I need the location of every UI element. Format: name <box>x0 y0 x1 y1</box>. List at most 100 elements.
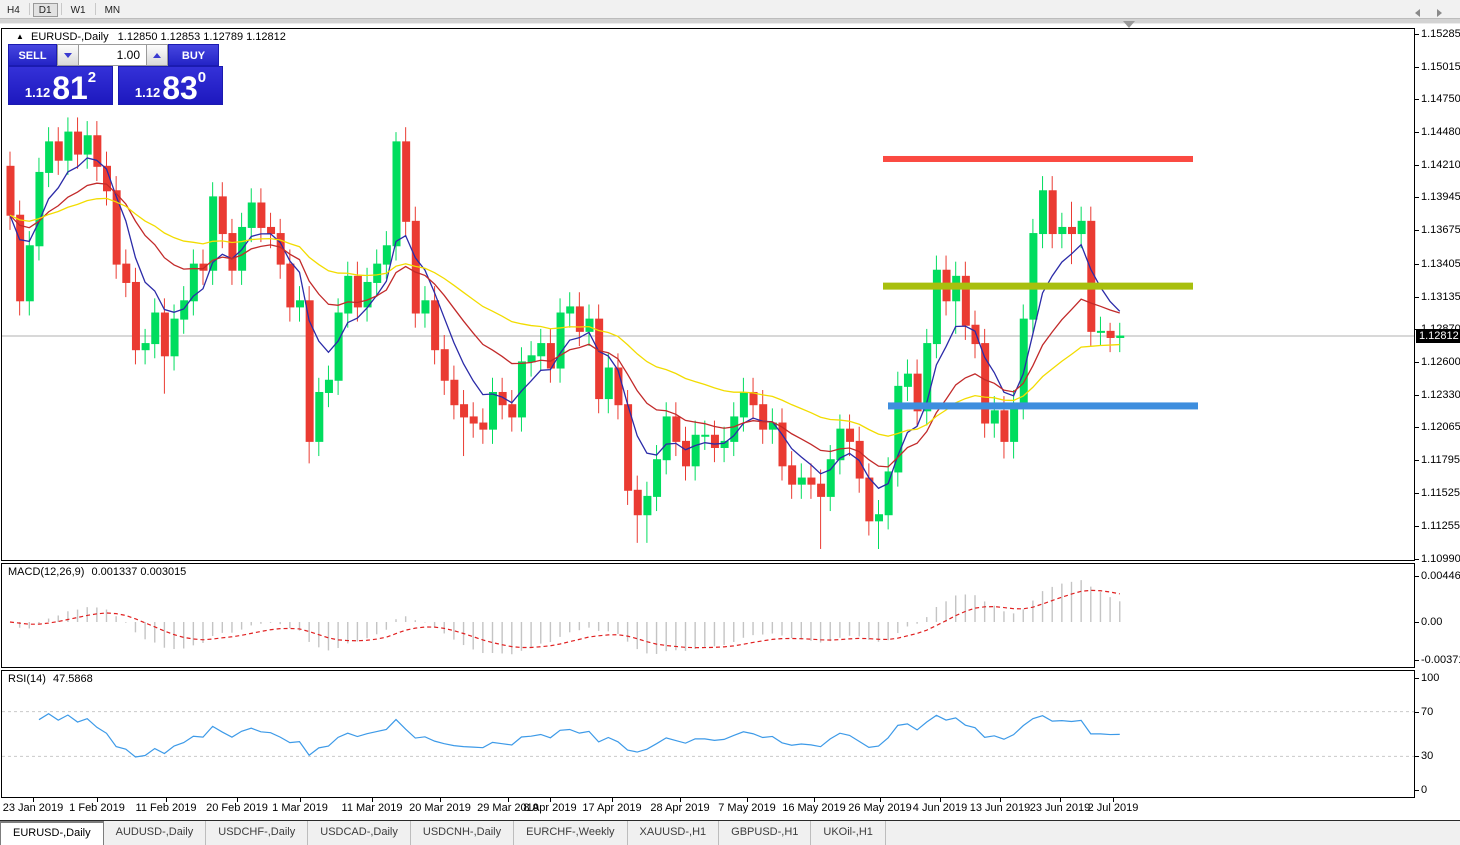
date-tick-label: 26 May 2019 <box>848 802 912 814</box>
chart-shift-marker-icon[interactable] <box>1123 21 1135 28</box>
rsi-tick <box>1415 790 1419 791</box>
rsi-tick-label: 0 <box>1421 784 1427 796</box>
date-tick-label: 11 Mar 2019 <box>342 802 403 814</box>
macd-values: 0.001337 0.003015 <box>91 566 186 578</box>
price-tick-label: 1.11795 <box>1421 454 1460 466</box>
buy-button[interactable]: BUY <box>168 44 219 66</box>
price-tick-label: 1.15015 <box>1421 61 1460 73</box>
date-tick-label: 8 Apr 2019 <box>523 802 576 814</box>
macd-tick-label: 0.004465 <box>1421 570 1460 582</box>
sell-price-display[interactable]: 1.12 81 2 <box>8 66 113 105</box>
rsi-panel[interactable] <box>1 670 1415 798</box>
trading-terminal-window: H4 D1 W1 MN ▲ EURUSD-,Daily 1.12850 1.12853… <box>0 0 1460 845</box>
chart-tab-usdchf-daily[interactable]: USDCHF-,Daily <box>206 821 308 845</box>
rsi-tick-label: 100 <box>1421 672 1439 684</box>
rsi-tick-label: 30 <box>1421 750 1433 762</box>
sell-price-prefix: 1.12 <box>25 85 50 100</box>
collapse-triangle-icon[interactable]: ▲ <box>16 32 24 41</box>
chart-symbol-label: EURUSD-,Daily <box>31 31 109 43</box>
chart-tab-gbpusd-h1[interactable]: GBPUSD-,H1 <box>719 821 811 845</box>
date-tick-label: 7 May 2019 <box>718 802 775 814</box>
macd-name: MACD(12,26,9) <box>8 566 84 578</box>
macd-tick <box>1415 622 1419 623</box>
toolbar-separator <box>95 3 96 15</box>
price-tick <box>1415 362 1419 363</box>
price-tick-label: 1.12065 <box>1421 421 1460 433</box>
timeframe-button-w1[interactable]: W1 <box>65 3 92 17</box>
price-tick <box>1415 493 1419 494</box>
volume-input[interactable] <box>79 44 146 66</box>
buy-price-pip: 0 <box>198 69 206 86</box>
sell-button[interactable]: SELL <box>8 44 57 66</box>
price-tick <box>1415 132 1419 133</box>
price-tick <box>1415 67 1419 68</box>
buy-price-main: 83 <box>162 75 198 102</box>
price-tick <box>1415 427 1419 428</box>
timeframe-button-d1[interactable]: D1 <box>33 3 58 17</box>
tab-scroll-right-icon[interactable] <box>1437 9 1442 17</box>
sell-price-main: 81 <box>52 75 88 102</box>
one-click-trading-panel: SELL BUY 1.12 81 2 1.12 83 0 <box>8 44 223 105</box>
buy-price-prefix: 1.12 <box>135 85 160 100</box>
chart-tab-ukoil-h1[interactable]: UKOil-,H1 <box>811 821 886 845</box>
date-tick-label: 20 Feb 2019 <box>206 802 268 814</box>
volume-decrease-button[interactable] <box>57 44 79 66</box>
price-tick-label: 1.11255 <box>1421 520 1460 532</box>
chart-tab-xauusd-h1[interactable]: XAUUSD-,H1 <box>628 821 720 845</box>
rsi-label: RSI(14) 47.5868 <box>8 673 93 685</box>
date-tick-label: 23 Jan 2019 <box>3 802 64 814</box>
buy-price-display[interactable]: 1.12 83 0 <box>118 66 223 105</box>
price-tick-label: 1.13135 <box>1421 291 1460 303</box>
rsi-tick <box>1415 756 1419 757</box>
date-tick-label: 17 Apr 2019 <box>582 802 641 814</box>
price-tick <box>1415 165 1419 166</box>
macd-tick <box>1415 576 1419 577</box>
price-tick <box>1415 264 1419 265</box>
current-price-tag: 1.12812 <box>1416 329 1460 343</box>
price-tick <box>1415 559 1419 560</box>
macd-tick <box>1415 660 1419 661</box>
macd-label: MACD(12,26,9) 0.001337 0.003015 <box>8 566 186 578</box>
date-tick-label: 16 May 2019 <box>782 802 846 814</box>
price-tick <box>1415 99 1419 100</box>
date-axis: 23 Jan 20191 Feb 201911 Feb 201920 Feb 2… <box>0 798 1460 820</box>
sell-price-pip: 2 <box>88 69 96 86</box>
date-tick-label: 13 Jun 2019 <box>970 802 1031 814</box>
chart-tab-usdcnh-daily[interactable]: USDCNH-,Daily <box>411 821 514 845</box>
date-tick-label: 23 Jun 2019 <box>1030 802 1091 814</box>
price-tick-label: 1.12330 <box>1421 389 1460 401</box>
chart-ohlc-values: 1.12850 1.12853 1.12789 1.12812 <box>118 31 286 43</box>
toolbar-separator <box>29 3 30 15</box>
rsi-name: RSI(14) <box>8 673 46 685</box>
price-tick-label: 1.13405 <box>1421 258 1460 270</box>
date-tick-label: 20 Mar 2019 <box>409 802 471 814</box>
price-tick <box>1415 526 1419 527</box>
rsi-tick <box>1415 678 1419 679</box>
triangle-up-icon <box>153 53 161 58</box>
macd-tick-label: 0.00 <box>1421 616 1442 628</box>
chart-title: ▲ EURUSD-,Daily 1.12850 1.12853 1.12789 … <box>16 31 286 43</box>
volume-increase-button[interactable] <box>146 44 168 66</box>
chart-tab-eurchf-weekly[interactable]: EURCHF-,Weekly <box>514 821 627 845</box>
date-tick-label: 1 Feb 2019 <box>69 802 125 814</box>
timeframe-button-h4[interactable]: H4 <box>1 3 26 17</box>
main-chart-panel[interactable] <box>1 28 1415 561</box>
price-tick-label: 1.13945 <box>1421 191 1460 203</box>
tab-scroll-left-icon[interactable] <box>1415 9 1420 17</box>
toolbar-separator <box>61 3 62 15</box>
rsi-tick-label: 70 <box>1421 706 1433 718</box>
timeframe-button-mn[interactable]: MN <box>99 3 127 17</box>
chart-tab-bar: EURUSD-,DailyAUDUSD-,DailyUSDCHF-,DailyU… <box>0 820 1460 845</box>
price-tick-label: 1.14750 <box>1421 93 1460 105</box>
chart-tab-eurusd-daily[interactable]: EURUSD-,Daily <box>0 821 104 845</box>
macd-panel[interactable] <box>1 563 1415 668</box>
price-tick-label: 1.14480 <box>1421 126 1460 138</box>
price-tick <box>1415 197 1419 198</box>
chart-tab-usdcad-daily[interactable]: USDCAD-,Daily <box>308 821 411 845</box>
date-tick-label: 2 Jul 2019 <box>1088 802 1139 814</box>
chart-tab-audusd-daily[interactable]: AUDUSD-,Daily <box>104 821 207 845</box>
price-tick <box>1415 460 1419 461</box>
price-tick <box>1415 395 1419 396</box>
macd-tick-label: -0.003715 <box>1421 654 1460 666</box>
price-tick <box>1415 34 1419 35</box>
